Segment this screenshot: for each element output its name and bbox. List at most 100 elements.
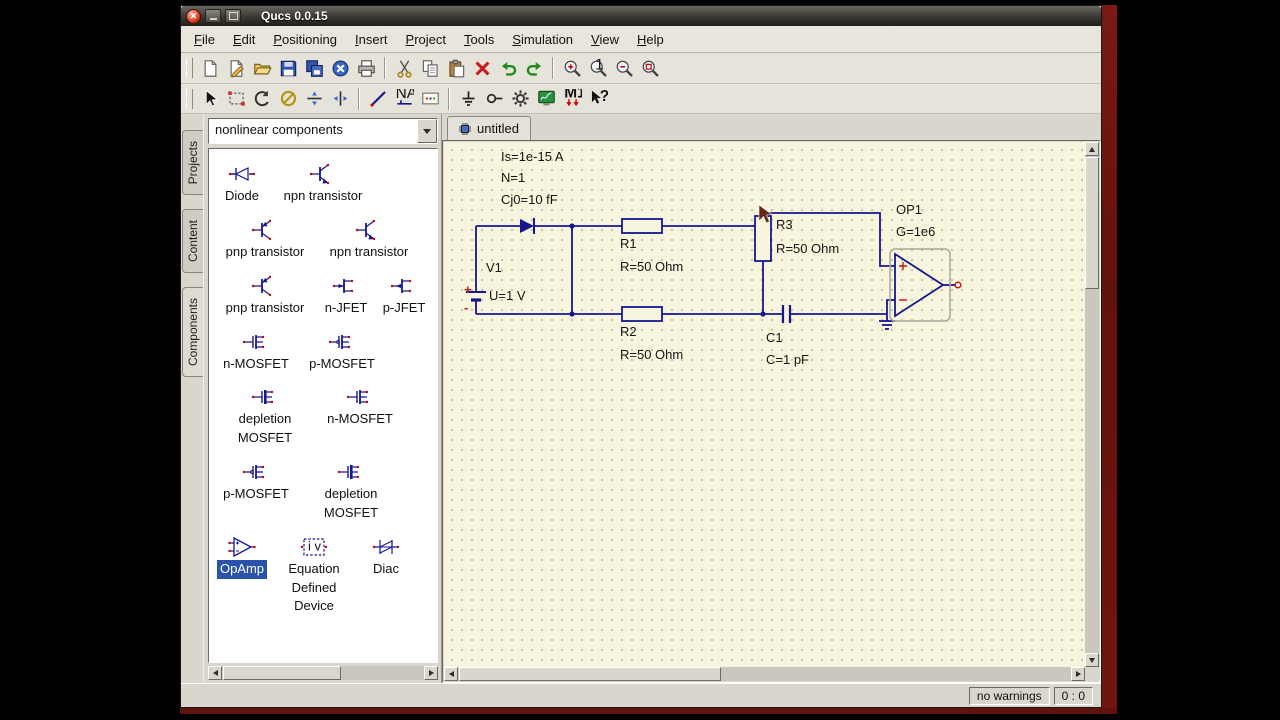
- menu-tools[interactable]: Tools: [455, 29, 503, 50]
- zoom-fit-button[interactable]: [637, 55, 663, 81]
- undo-button[interactable]: [495, 55, 521, 81]
- insert-wire-label-button[interactable]: NAML: [391, 86, 417, 112]
- diode-symbol[interactable]: [520, 218, 535, 234]
- sidebar-tab-content[interactable]: Content: [182, 209, 203, 274]
- sidebar-tab-projects[interactable]: Projects: [182, 130, 203, 196]
- component-depletion-mosfet[interactable]: depletion MOSFET: [213, 384, 317, 448]
- v1-name: V1: [486, 260, 502, 275]
- toolbar1-handle[interactable]: [186, 58, 193, 78]
- save-all-documents-button[interactable]: [301, 55, 327, 81]
- close-document-button[interactable]: [327, 55, 353, 81]
- hscroll-thumb[interactable]: [459, 667, 721, 681]
- component-equation-defined-device[interactable]: i v Equation Defined Device: [271, 534, 357, 617]
- edit-component-properties-button[interactable]: [223, 86, 249, 112]
- r2-symbol[interactable]: [621, 306, 663, 322]
- menu-view[interactable]: View: [582, 29, 628, 50]
- insert-ground-button[interactable]: [455, 86, 481, 112]
- component-category-dropdown-button[interactable]: [417, 119, 437, 143]
- insert-port-button[interactable]: [481, 86, 507, 112]
- new-text-document-button[interactable]: [223, 55, 249, 81]
- simulate-button[interactable]: [507, 86, 533, 112]
- maximize-button[interactable]: [225, 9, 241, 23]
- zoom-in-button[interactable]: [559, 55, 585, 81]
- r3-symbol[interactable]: [754, 215, 772, 262]
- menu-file[interactable]: File: [185, 29, 224, 50]
- insert-wire-button[interactable]: [365, 86, 391, 112]
- vscroll-thumb[interactable]: [1085, 157, 1099, 289]
- paste-icon: [447, 59, 466, 78]
- component-opamp[interactable]: OpAmp: [213, 534, 271, 617]
- npn-icon: [308, 161, 338, 187]
- close-button[interactable]: ✕: [186, 8, 201, 24]
- component-label: Equation: [288, 560, 340, 576]
- mirror-about-y-button[interactable]: [327, 86, 353, 112]
- zoom-out-button[interactable]: [611, 55, 637, 81]
- scroll-right-button[interactable]: [424, 666, 438, 680]
- zoom-1-icon: 1: [589, 59, 608, 78]
- mirror-about-x-button[interactable]: [301, 86, 327, 112]
- delete-button[interactable]: [469, 55, 495, 81]
- paste-button[interactable]: [443, 55, 469, 81]
- hscroll-thumb[interactable]: [223, 666, 341, 680]
- component-p-mosfet[interactable]: p-MOSFET: [299, 329, 385, 374]
- save-document-button[interactable]: [275, 55, 301, 81]
- whats-this-help-button[interactable]: ?: [585, 86, 611, 112]
- redo-button[interactable]: [521, 55, 547, 81]
- ground-symbol[interactable]: [879, 314, 895, 330]
- menu-positioning[interactable]: Positioning: [264, 29, 346, 50]
- component-category-select[interactable]: nonlinear components: [208, 118, 438, 144]
- scroll-right-button[interactable]: [1071, 667, 1085, 681]
- new-document-button[interactable]: [197, 55, 223, 81]
- toolbar2-handle[interactable]: [186, 88, 193, 109]
- cut-button[interactable]: [391, 55, 417, 81]
- deactivate-component-button[interactable]: [275, 86, 301, 112]
- canvas-vscrollbar[interactable]: [1085, 142, 1099, 667]
- r1-symbol[interactable]: [621, 218, 663, 234]
- svg-text:M1: M1: [564, 89, 582, 101]
- c1-symbol[interactable]: [781, 305, 792, 323]
- scroll-left-button[interactable]: [208, 666, 222, 680]
- component-npn-transistor[interactable]: npn transistor: [317, 217, 421, 262]
- component-pnp-transistor[interactable]: pnp transistor: [213, 273, 317, 318]
- copy-button[interactable]: [417, 55, 443, 81]
- open-document-button[interactable]: [249, 55, 275, 81]
- component-npn-transistor[interactable]: npn transistor: [271, 161, 375, 206]
- component-diode[interactable]: Diode: [213, 161, 271, 206]
- menu-help[interactable]: Help: [628, 29, 673, 50]
- svg-text:i v: i v: [308, 538, 322, 553]
- schematic-canvas[interactable]: Is=1e-15 A N=1 Cj0=10 fF + - V1 U=1 V R1…: [444, 142, 1085, 667]
- component-n-jfet[interactable]: n-JFET: [317, 273, 375, 318]
- component-p-jfet[interactable]: p-JFET: [375, 273, 433, 318]
- document-area: untitled Is=1e-15 A N=1 Cj0=10 fF + - V1…: [441, 114, 1101, 683]
- tab-untitled[interactable]: untitled: [447, 116, 531, 140]
- scroll-up-button[interactable]: [1085, 142, 1099, 156]
- menu-insert[interactable]: Insert: [346, 29, 397, 50]
- insert-equation-button[interactable]: [417, 86, 443, 112]
- component-n-mosfet[interactable]: n-MOSFET: [213, 329, 299, 374]
- component-n-mosfet[interactable]: n-MOSFET: [317, 384, 403, 448]
- save-icon: [279, 59, 298, 78]
- rotate-component-button[interactable]: [249, 86, 275, 112]
- component-list-hscrollbar[interactable]: [208, 666, 438, 680]
- canvas-hscrollbar[interactable]: [444, 667, 1085, 681]
- scroll-down-button[interactable]: [1085, 653, 1099, 667]
- op1-symbol[interactable]: [889, 248, 951, 322]
- zoom-reset-button[interactable]: 1: [585, 55, 611, 81]
- set-marker-button[interactable]: M1: [559, 86, 585, 112]
- r1-name: R1: [620, 236, 637, 251]
- sidebar-tab-components[interactable]: Components: [182, 287, 203, 378]
- select-pointer-button[interactable]: [197, 86, 223, 112]
- scroll-left-button[interactable]: [444, 667, 458, 681]
- titlebar[interactable]: ✕ Qucs 0.0.15: [181, 6, 1101, 26]
- minimize-button[interactable]: [205, 9, 221, 23]
- menu-edit[interactable]: Edit: [224, 29, 264, 50]
- view-data-display-button[interactable]: [533, 86, 559, 112]
- menu-project[interactable]: Project: [397, 29, 455, 50]
- svg-text:1: 1: [595, 59, 604, 74]
- print-button[interactable]: [353, 55, 379, 81]
- component-diac[interactable]: Diac: [357, 534, 415, 617]
- component-pnp-transistor[interactable]: pnp transistor: [213, 217, 317, 262]
- menu-simulation[interactable]: Simulation: [503, 29, 582, 50]
- component-p-mosfet[interactable]: p-MOSFET: [213, 459, 299, 523]
- component-depletion-mosfet[interactable]: depletion MOSFET: [299, 459, 403, 523]
